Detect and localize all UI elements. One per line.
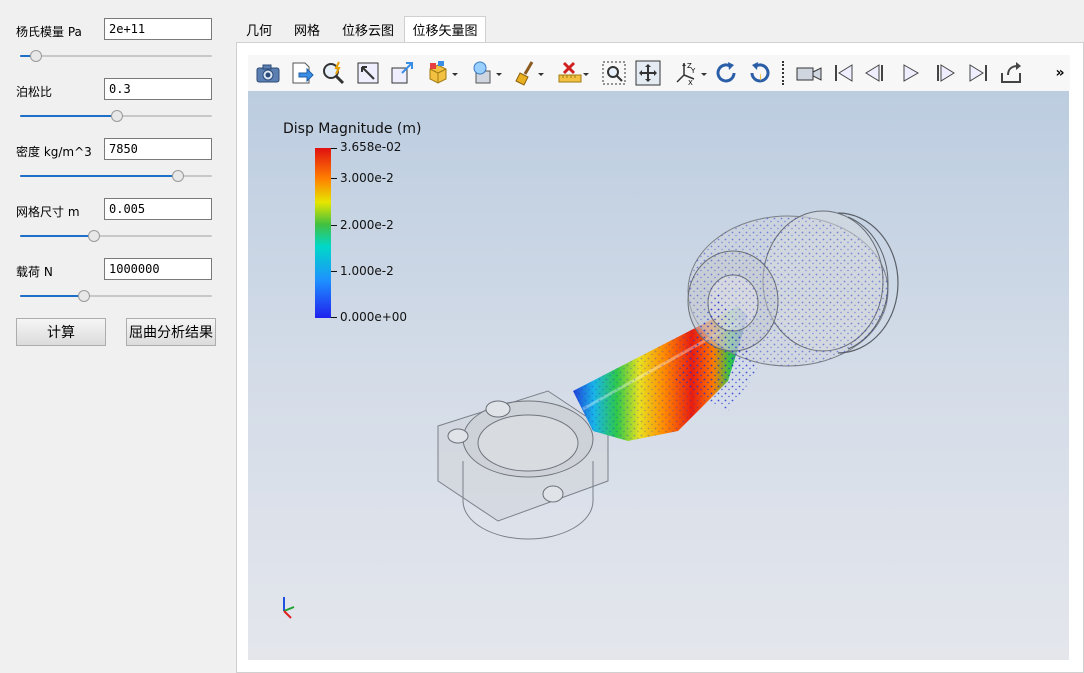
svg-text:Y: Y <box>690 67 696 75</box>
youngs-modulus-label: 杨氏模量 Pa <box>16 25 82 39</box>
tab-geometry[interactable]: 几何 <box>236 16 282 42</box>
mesh-size-label: 网格尺寸 m <box>16 205 80 219</box>
camera-icon[interactable] <box>254 59 282 87</box>
load-slider[interactable] <box>20 290 212 302</box>
next-frame-icon[interactable] <box>930 59 958 87</box>
poisson-ratio-input[interactable] <box>104 78 212 100</box>
render-view[interactable]: Disp Magnitude (m) 3.658e-02 3.000e-2 2.… <box>248 91 1069 660</box>
toolbar-separator <box>782 61 786 85</box>
tab-displacement-contour[interactable]: 位移云图 <box>332 16 404 42</box>
poisson-ratio-slider[interactable] <box>20 110 212 122</box>
reset-view-icon[interactable] <box>354 59 382 87</box>
tab-displacement-vector[interactable]: 位移矢量图 <box>404 16 486 42</box>
youngs-modulus-input[interactable] <box>104 18 212 40</box>
rotate-cw-icon[interactable] <box>712 59 740 87</box>
axes-triad <box>283 597 295 619</box>
ruler-icon[interactable] <box>556 59 590 87</box>
density-slider[interactable] <box>20 170 212 182</box>
representation-icon[interactable] <box>426 59 460 87</box>
clear-brush-icon[interactable] <box>512 59 546 87</box>
rod-big-end <box>437 390 609 540</box>
load-label: 载荷 N <box>16 265 53 279</box>
density-label: 密度 kg/m^3 <box>16 145 92 159</box>
youngs-modulus-slider[interactable] <box>20 50 212 62</box>
play-icon[interactable] <box>896 59 924 87</box>
compute-button[interactable]: 计算 <box>16 318 106 346</box>
mesh-size-input[interactable] <box>104 198 212 220</box>
previous-frame-icon[interactable] <box>862 59 890 87</box>
export-icon[interactable] <box>288 59 316 87</box>
connecting-rod-model <box>283 210 899 619</box>
first-frame-icon[interactable] <box>830 59 858 87</box>
zoom-box-icon[interactable] <box>600 59 628 87</box>
poisson-ratio-label: 泊松比 <box>16 85 53 99</box>
axes-orientation-icon[interactable]: ZYX <box>674 59 708 87</box>
zoom-select-icon[interactable] <box>320 59 348 87</box>
rotate-ccw-icon[interactable] <box>746 59 774 87</box>
buckling-results-button[interactable]: 屈曲分析结果 <box>126 318 216 346</box>
render-toolbar: ZYX » <box>248 55 1070 91</box>
rod-small-end <box>673 210 899 411</box>
last-frame-icon[interactable] <box>964 59 992 87</box>
load-input[interactable] <box>104 258 212 280</box>
zoom-to-box-icon[interactable] <box>388 59 416 87</box>
fit-all-icon[interactable] <box>634 59 662 87</box>
density-input[interactable] <box>104 138 212 160</box>
svg-text:X: X <box>688 79 693 87</box>
more-tools-button[interactable]: » <box>1052 59 1068 87</box>
loop-icon[interactable] <box>998 59 1026 87</box>
lighting-icon[interactable] <box>470 59 504 87</box>
tab-mesh[interactable]: 网格 <box>282 16 332 42</box>
mesh-size-slider[interactable] <box>20 230 212 242</box>
parameter-panel: 杨氏模量 Pa 泊松比 密度 kg/m^3 网格尺寸 m 载荷 N 计算 屈曲分… <box>0 0 236 673</box>
video-camera-icon[interactable] <box>794 59 824 87</box>
